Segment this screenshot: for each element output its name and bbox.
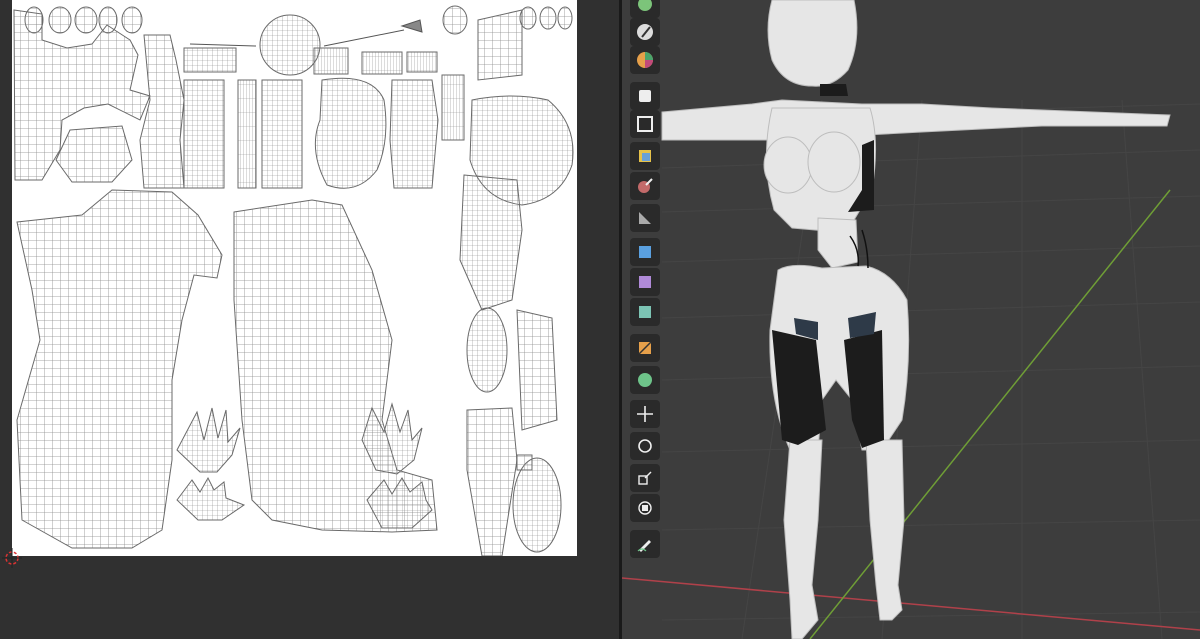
tool-fill[interactable]	[630, 142, 660, 170]
uv-island	[237, 79, 257, 189]
2d-cursor-icon[interactable]	[2, 548, 22, 568]
uv-island	[466, 307, 508, 393]
tool-annotate[interactable]	[630, 530, 660, 558]
uv-island	[477, 9, 523, 81]
uv-layout	[13, 5, 574, 556]
uv-island	[74, 6, 98, 34]
uv-island	[459, 174, 523, 311]
uv-island	[406, 51, 438, 73]
color-wheel-icon	[637, 52, 653, 68]
draw-icon	[639, 90, 651, 102]
tool-move[interactable]	[630, 400, 660, 428]
uv-island	[512, 457, 562, 553]
uv-island	[539, 6, 557, 30]
tool-scale[interactable]	[630, 464, 660, 492]
uv-island	[139, 34, 185, 189]
uv-island	[233, 199, 438, 533]
uv-island	[516, 454, 533, 471]
uv-island	[314, 77, 387, 189]
tool-rotate[interactable]	[630, 432, 660, 460]
tool-draw[interactable]	[630, 82, 660, 110]
mask-icon	[639, 212, 651, 224]
tool-paint-color[interactable]	[630, 46, 660, 74]
tool-layer[interactable]	[630, 110, 660, 138]
smear-icon	[639, 276, 651, 288]
uv-island	[361, 51, 403, 75]
paint-brush-icon	[637, 24, 653, 40]
uv-island	[466, 407, 518, 556]
uv-island	[557, 6, 573, 30]
rotate-icon	[638, 439, 652, 453]
tool-paint-brush[interactable]	[630, 18, 660, 46]
tool-smear[interactable]	[630, 268, 660, 296]
uv-island	[121, 6, 143, 34]
eyedropper-icon	[638, 178, 653, 193]
uv-island	[313, 47, 349, 75]
soften-icon	[638, 373, 652, 387]
blur-icon	[638, 341, 652, 355]
uv-island	[442, 5, 468, 35]
tool-mask[interactable]	[630, 204, 660, 232]
fill-icon	[639, 150, 651, 162]
move-icon	[637, 406, 653, 422]
uv-island	[441, 74, 465, 141]
character-model[interactable]	[622, 0, 1200, 639]
gradient-icon	[639, 246, 651, 258]
tool-soften[interactable]	[630, 366, 660, 394]
sphere-icon	[638, 0, 652, 11]
tool-shader[interactable]	[630, 0, 660, 18]
scale-icon	[638, 471, 652, 485]
uv-island	[183, 47, 237, 73]
uv-editor[interactable]	[0, 0, 619, 639]
uv-island	[261, 79, 303, 189]
uv-island	[516, 309, 558, 431]
tool-gradient[interactable]	[630, 238, 660, 266]
uv-island	[55, 125, 133, 183]
tool-blur[interactable]	[630, 334, 660, 362]
transform-icon	[638, 501, 652, 515]
uv-island	[48, 6, 72, 34]
layer-icon	[637, 116, 653, 132]
uv-island	[389, 79, 439, 189]
tool-transform[interactable]	[630, 494, 660, 522]
annotate-icon	[637, 540, 651, 552]
tool-sample[interactable]	[630, 172, 660, 200]
clone-icon	[639, 306, 651, 318]
uv-island	[183, 79, 225, 189]
uv-texture-canvas[interactable]	[12, 0, 577, 556]
3d-viewport[interactable]	[622, 0, 1200, 639]
tool-clone[interactable]	[630, 298, 660, 326]
uv-island	[259, 14, 321, 76]
